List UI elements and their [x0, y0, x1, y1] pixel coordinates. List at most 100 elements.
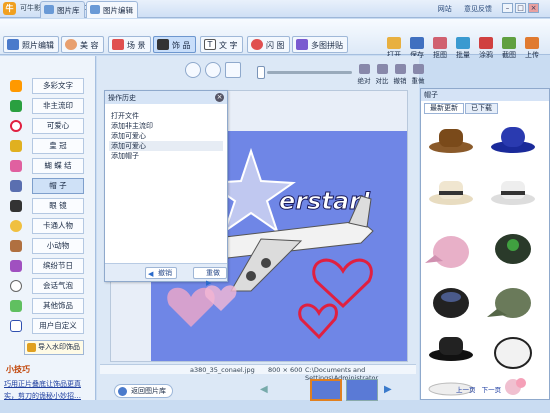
beauty-button[interactable]: 美 容 [61, 36, 104, 53]
face-icon [65, 39, 77, 50]
hat-pager: 上一页 下一页 [456, 384, 501, 394]
filmstrip-thumbnail[interactable] [346, 379, 378, 401]
red-heart-doodle [298, 303, 338, 340]
background-icon [358, 64, 370, 74]
bow-icon [10, 160, 22, 172]
filmstrip-prev-icon[interactable]: ◀ [260, 384, 268, 395]
hat-gallery-panel: 帽子 最新更新 已下载 [420, 88, 550, 400]
back-to-gallery-button[interactable]: 返回图片库 [114, 384, 173, 398]
sidebar-item-speech-bubble[interactable]: 会话气泡 [8, 278, 88, 294]
sidebar-item-bow[interactable]: 蝴 蝶 结 [8, 158, 88, 174]
compare-button[interactable]: 对比 [373, 64, 391, 85]
actual-size-icon[interactable] [225, 62, 241, 78]
sidebar-item-other[interactable]: 其他饰品 [8, 298, 88, 314]
gift-icon [10, 260, 22, 272]
crown-icon [10, 140, 22, 152]
history-item[interactable]: 添加非主流印 [109, 121, 223, 131]
image-dimensions: 800 × 600 [268, 366, 303, 374]
prev-page-link[interactable]: 上一页 [456, 386, 476, 394]
history-item[interactable]: 添加帽子 [109, 151, 223, 161]
accessory-category-panel: 多彩文字 非主流印 可爱心 皇 冠 蝴 蝶 结 帽 子 眼 镜 卡通人物 小动物… [0, 56, 96, 400]
upload-button[interactable]: 上传 [521, 37, 543, 60]
top-links: 网站 意见反馈 [428, 4, 492, 14]
close-icon[interactable]: × [215, 93, 224, 102]
upload-icon [525, 37, 539, 49]
next-page-link[interactable]: 下一页 [482, 386, 502, 394]
redo-button[interactable]: 重做 [409, 64, 427, 85]
text-button[interactable]: T 文 字 [200, 36, 243, 53]
back-arrow-icon [118, 387, 127, 396]
sunglasses-icon [157, 39, 169, 50]
undo-button[interactable]: 撤销 [391, 64, 409, 85]
cutout-button[interactable]: 抠图 [429, 37, 451, 60]
hat-item-cream-panama [429, 181, 473, 205]
import-watermark-button[interactable]: 导入水印饰品 [24, 340, 84, 355]
hat-icon [10, 180, 22, 192]
tab-gallery[interactable]: 图片库 [40, 1, 85, 18]
zoom-slider-handle[interactable] [257, 66, 265, 79]
history-redo-button[interactable]: 重做 ▶ [193, 267, 227, 287]
history-item[interactable]: 打开文件 [109, 111, 223, 121]
import-icon [27, 343, 36, 352]
rotate-icon[interactable] [185, 62, 201, 78]
animal-icon [10, 240, 22, 252]
doodle-icon [479, 37, 493, 49]
main-toolbar: 照片编辑 美 容 场 景 饰 品 T 文 字 闪 图 多图拼贴 打开 保存 抠图… [0, 19, 550, 59]
tab-photo-edit[interactable]: 图片编辑 [86, 1, 138, 18]
minimize-button[interactable]: – [502, 3, 513, 13]
scene-button[interactable]: 场 景 [108, 36, 151, 53]
tab-latest[interactable]: 最新更新 [424, 103, 464, 114]
photo-edit-icon [7, 39, 19, 50]
undo-icon [394, 64, 406, 74]
tips-link[interactable]: 巧用正片叠底让饰品更真实，剪刀的诡秘小妙招… [4, 378, 92, 402]
hat-item-black-cap [433, 288, 469, 318]
hat-panel-title: 帽子 [421, 89, 549, 101]
sidebar-item-cartoon[interactable]: 卡通人物 [8, 218, 88, 234]
cartoon-icon [10, 220, 22, 232]
sidebar-item-festival[interactable]: 缤纷节日 [8, 258, 88, 274]
sidebar-item-crown[interactable]: 皇 冠 [8, 138, 88, 154]
background-button[interactable]: 绝对 [355, 64, 373, 85]
history-item[interactable]: 添加可爱心 [109, 141, 223, 151]
text-icon: T [204, 39, 216, 50]
history-item[interactable]: 添加可爱心 [109, 131, 223, 141]
accessories-button[interactable]: 饰 品 [153, 36, 196, 53]
sidebar-item-animals[interactable]: 小动物 [8, 238, 88, 254]
hat-item-black-white-cap [494, 337, 532, 369]
hat-item-blue-bowler [491, 127, 535, 153]
screenshot-button[interactable]: 截图 [498, 37, 520, 60]
sidebar-item-glasses[interactable]: 眼 镜 [8, 198, 88, 214]
zoom-slider-track[interactable] [267, 71, 352, 74]
filmstrip-next-icon[interactable]: ▶ [384, 384, 392, 395]
batch-button[interactable]: 批量 [452, 37, 474, 60]
history-dialog: 操作历史 × 打开文件 添加非主流印 添加可爱心 添加可爱心 添加帽子 ◀ 撤销… [104, 90, 228, 287]
close-button[interactable]: × [528, 3, 539, 13]
sidebar-item-hats[interactable]: 帽 子 [8, 178, 88, 194]
tab-downloaded[interactable]: 已下载 [465, 103, 498, 114]
flash-icon [251, 39, 263, 50]
hat-item-flower-hat [505, 378, 526, 395]
sidebar-item-custom[interactable]: 用户自定义 [8, 318, 88, 334]
flash-button[interactable]: 闪 图 [247, 36, 290, 53]
fit-screen-icon[interactable] [205, 62, 221, 78]
feedback-link[interactable]: 意见反馈 [464, 5, 492, 13]
batch-icon [456, 37, 470, 49]
collage-button[interactable]: 多图拼贴 [292, 36, 348, 53]
sidebar-item-colorful-text[interactable]: 多彩文字 [8, 78, 88, 94]
hat-item-black-fedora [429, 337, 473, 361]
hat-item-green-cap [495, 234, 531, 264]
heart-icon [10, 120, 22, 132]
filmstrip-thumbnail[interactable] [310, 379, 342, 401]
maximize-button[interactable]: □ [515, 3, 526, 13]
canvas-control-bar: 绝对 对比 撤销 重做 还原 [97, 58, 425, 85]
history-undo-button[interactable]: ◀ 撤销 [145, 267, 177, 279]
hat-item-pink-cap [425, 236, 469, 268]
sidebar-item-hearts[interactable]: 可爱心 [8, 118, 88, 134]
hat-item-white-panama [491, 181, 535, 205]
hat-thumbnails-grid [425, 127, 535, 396]
website-link[interactable]: 网站 [438, 5, 452, 13]
save-icon [410, 37, 424, 49]
doodle-button[interactable]: 涂鸦 [475, 37, 497, 60]
photo-edit-button[interactable]: 照片编辑 [3, 36, 59, 53]
sidebar-item-stamps[interactable]: 非主流印 [8, 98, 88, 114]
